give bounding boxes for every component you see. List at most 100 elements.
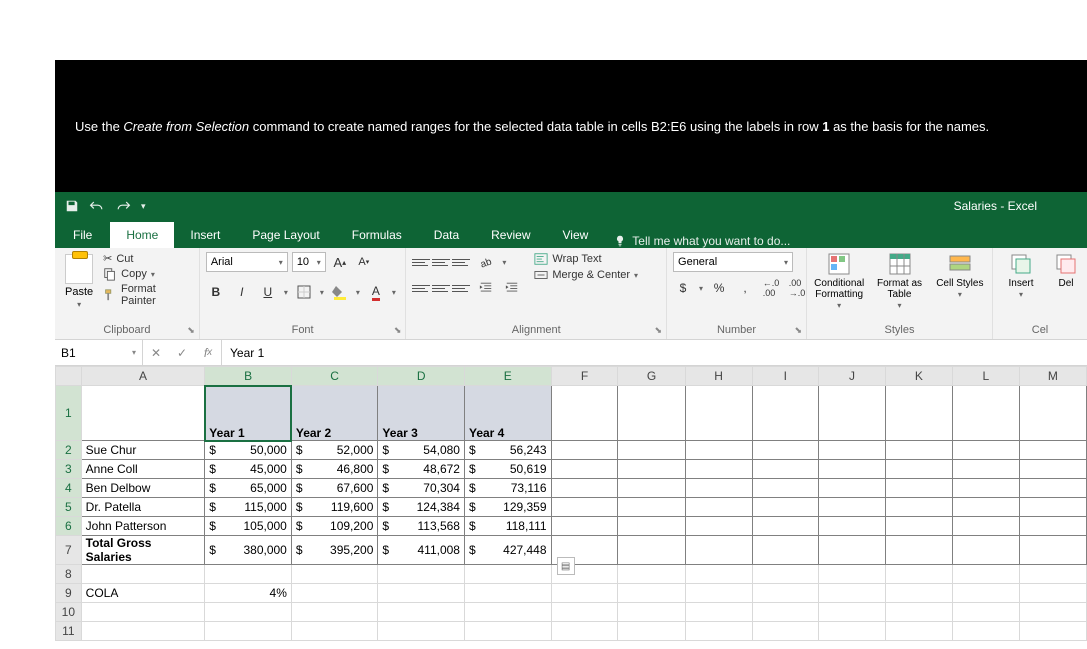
cell[interactable] bbox=[291, 584, 378, 603]
cell-name[interactable]: Ben Delbow bbox=[81, 479, 205, 498]
cell[interactable] bbox=[885, 498, 952, 517]
column-header-E[interactable]: E bbox=[464, 367, 551, 386]
cell[interactable] bbox=[551, 622, 618, 641]
font-name-combo[interactable]: Arial▾ bbox=[206, 252, 288, 272]
cell[interactable] bbox=[378, 603, 465, 622]
cell[interactable] bbox=[885, 565, 952, 584]
cell[interactable] bbox=[618, 536, 685, 565]
cell[interactable] bbox=[685, 479, 752, 498]
cell[interactable] bbox=[81, 386, 205, 441]
cell[interactable] bbox=[464, 603, 551, 622]
cell[interactable] bbox=[1019, 460, 1086, 479]
enter-formula-button[interactable]: ✓ bbox=[169, 346, 195, 360]
cell[interactable] bbox=[291, 622, 378, 641]
formula-input[interactable]: Year 1 bbox=[222, 340, 1087, 365]
cell[interactable] bbox=[205, 565, 292, 584]
cell[interactable] bbox=[618, 441, 685, 460]
cell[interactable] bbox=[551, 603, 618, 622]
cell-value[interactable]: $119,600 bbox=[291, 498, 378, 517]
column-header-C[interactable]: C bbox=[291, 367, 378, 386]
tab-page-layout[interactable]: Page Layout bbox=[236, 222, 335, 248]
cell-value[interactable]: $129,359 bbox=[464, 498, 551, 517]
cell[interactable] bbox=[551, 479, 618, 498]
tab-view[interactable]: View bbox=[547, 222, 605, 248]
cell[interactable] bbox=[1019, 441, 1086, 460]
paste-button[interactable]: Paste ▾ bbox=[61, 252, 97, 311]
tell-me-search[interactable]: Tell me what you want to do... bbox=[604, 234, 800, 248]
cell[interactable] bbox=[1019, 479, 1086, 498]
cell-value[interactable]: $52,000 bbox=[291, 441, 378, 460]
italic-button[interactable]: I bbox=[232, 282, 252, 302]
cell[interactable] bbox=[819, 536, 886, 565]
row-header-3[interactable]: 3 bbox=[56, 460, 82, 479]
cell[interactable] bbox=[952, 441, 1019, 460]
cell[interactable] bbox=[885, 441, 952, 460]
row-header-4[interactable]: 4 bbox=[56, 479, 82, 498]
cell[interactable] bbox=[1019, 498, 1086, 517]
fill-color-button[interactable] bbox=[330, 282, 350, 302]
align-center-button[interactable] bbox=[432, 280, 450, 296]
cell[interactable] bbox=[685, 386, 752, 441]
cell[interactable] bbox=[618, 584, 685, 603]
cell[interactable] bbox=[752, 622, 819, 641]
cell[interactable] bbox=[378, 565, 465, 584]
cell[interactable] bbox=[1019, 565, 1086, 584]
save-icon[interactable] bbox=[65, 199, 79, 213]
cell-name[interactable]: John Patterson bbox=[81, 517, 205, 536]
cell-value[interactable]: $118,111 bbox=[464, 517, 551, 536]
cell[interactable] bbox=[685, 622, 752, 641]
dialog-launcher-icon[interactable]: ⬊ bbox=[394, 325, 402, 336]
cell[interactable] bbox=[618, 517, 685, 536]
accounting-format-button[interactable]: $ bbox=[673, 278, 693, 298]
cell-total[interactable]: $411,008 bbox=[378, 536, 465, 565]
column-header-M[interactable]: M bbox=[1019, 367, 1086, 386]
decrease-indent-button[interactable] bbox=[476, 278, 496, 298]
cell-header[interactable]: Year 1 bbox=[205, 386, 292, 441]
cell[interactable] bbox=[952, 498, 1019, 517]
increase-decimal-button[interactable]: ←.0.00 bbox=[761, 278, 781, 298]
dialog-launcher-icon[interactable]: ⬊ bbox=[187, 325, 195, 336]
cell[interactable] bbox=[685, 441, 752, 460]
cell-total[interactable]: $380,000 bbox=[205, 536, 292, 565]
cell[interactable] bbox=[819, 498, 886, 517]
cell[interactable] bbox=[752, 386, 819, 441]
number-format-combo[interactable]: General▾ bbox=[673, 252, 793, 272]
cell[interactable] bbox=[685, 603, 752, 622]
cell[interactable] bbox=[81, 565, 205, 584]
percent-format-button[interactable]: % bbox=[709, 278, 729, 298]
chevron-down-icon[interactable]: ▾ bbox=[392, 288, 396, 297]
dialog-launcher-icon[interactable]: ⬊ bbox=[654, 325, 662, 336]
row-header-11[interactable]: 11 bbox=[56, 622, 82, 641]
column-header-L[interactable]: L bbox=[952, 367, 1019, 386]
cell[interactable] bbox=[752, 479, 819, 498]
cancel-formula-button[interactable]: ✕ bbox=[143, 346, 169, 360]
cell[interactable] bbox=[685, 536, 752, 565]
column-header-I[interactable]: I bbox=[752, 367, 819, 386]
cell[interactable] bbox=[685, 498, 752, 517]
cell[interactable] bbox=[464, 584, 551, 603]
column-header-B[interactable]: B bbox=[205, 367, 292, 386]
cell[interactable] bbox=[885, 479, 952, 498]
cell[interactable] bbox=[464, 622, 551, 641]
cell-value[interactable]: $113,568 bbox=[378, 517, 465, 536]
cell[interactable] bbox=[819, 584, 886, 603]
comma-format-button[interactable]: , bbox=[735, 278, 755, 298]
orientation-button[interactable]: ab bbox=[476, 252, 496, 272]
cell[interactable] bbox=[952, 584, 1019, 603]
cell[interactable] bbox=[752, 441, 819, 460]
align-bottom-button[interactable] bbox=[452, 254, 470, 270]
cell-value[interactable]: $67,600 bbox=[291, 479, 378, 498]
row-header-2[interactable]: 2 bbox=[56, 441, 82, 460]
chevron-down-icon[interactable]: ▾ bbox=[356, 288, 360, 297]
undo-icon[interactable] bbox=[89, 199, 105, 213]
cell[interactable] bbox=[551, 460, 618, 479]
cell[interactable] bbox=[819, 565, 886, 584]
cell[interactable] bbox=[1019, 517, 1086, 536]
delete-cells-button[interactable]: Del bbox=[1051, 252, 1081, 289]
cell[interactable] bbox=[819, 479, 886, 498]
redo-icon[interactable] bbox=[115, 199, 131, 213]
increase-indent-button[interactable] bbox=[502, 278, 522, 298]
insert-cells-button[interactable]: Insert▾ bbox=[999, 252, 1043, 300]
cell-value[interactable]: $54,080 bbox=[378, 441, 465, 460]
cell[interactable] bbox=[464, 565, 551, 584]
